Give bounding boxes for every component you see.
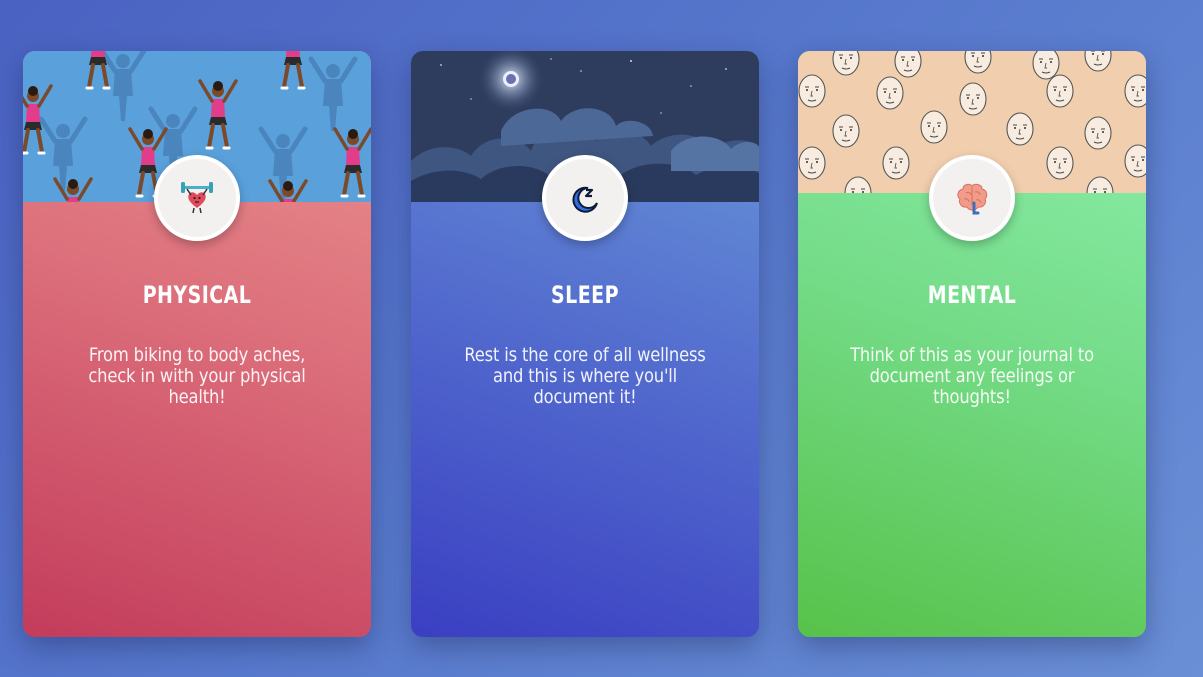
crescent-moon-zzz-icon [542, 155, 628, 241]
card-description: Rest is the core of all wellness and thi… [464, 344, 706, 408]
card-title: PHYSICAL [142, 281, 252, 309]
card-title: SLEEP [551, 281, 619, 309]
card-description: Think of this as your journal to documen… [850, 344, 1094, 408]
card-physical[interactable]: PHYSICAL From biking to body aches, chec… [23, 51, 371, 637]
weightlifting-heart-icon [154, 155, 240, 241]
brain-icon [929, 155, 1015, 241]
card-title: MENTAL [927, 281, 1017, 309]
card-sleep[interactable]: SLEEP Rest is the core of all wellness a… [411, 51, 759, 637]
card-description: From biking to body aches, check in with… [88, 344, 306, 408]
card-mental[interactable]: MENTAL Think of this as your journal to … [798, 51, 1146, 637]
